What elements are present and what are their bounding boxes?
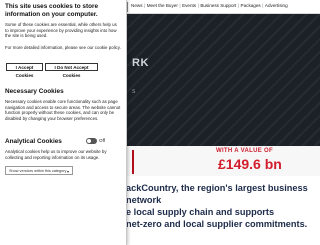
- nav-item-advertising[interactable]: Advertising: [265, 3, 288, 8]
- nav-item-meet-the-buyer[interactable]: Meet the Buyer: [147, 3, 178, 8]
- stat-divider: [132, 150, 134, 174]
- intro-line: e local supply chain and supports: [126, 207, 275, 217]
- cookie-panel-title: This site uses cookies to store informat…: [5, 3, 99, 18]
- cookie-intro-text: Some of these cookies are essential, whi…: [5, 22, 117, 39]
- analytical-cookies-toggle[interactable]: [86, 138, 97, 144]
- toggle-knob: [87, 139, 91, 143]
- nav-item-packages[interactable]: Packages: [241, 3, 261, 8]
- necessary-cookies-heading: Necessary Cookies: [5, 88, 64, 95]
- intro-line: ackCountry, the region's largest busines…: [126, 183, 308, 193]
- nav-item-events[interactable]: Events: [182, 3, 196, 8]
- cookie-policy-text: For more detailed information, please se…: [5, 45, 121, 50]
- cookie-consent-panel: This site uses cookies to store informat…: [0, 0, 127, 245]
- nav-item-news[interactable]: News: [131, 3, 143, 8]
- intro-text: ackCountry, the region's largest busines…: [126, 182, 320, 230]
- nav-links: News | Meet the Buyer | Events | Business S…: [131, 3, 288, 8]
- show-vendors-label: Show vendors within this category: [9, 169, 67, 173]
- nav-item-business-support[interactable]: Business Support: [200, 3, 236, 8]
- stat-value: £149.6 bn: [218, 156, 282, 172]
- stat-caption: WITH A VALUE OF: [216, 148, 273, 154]
- accept-cookies-button[interactable]: I Accept Cookies: [6, 63, 43, 78]
- reject-cookies-button[interactable]: I Do Not Accept Cookies: [45, 63, 98, 78]
- intro-line: net-zero and local supplier commitments.: [126, 219, 308, 229]
- analytical-cookies-text: Analytical cookies help us to improve ou…: [5, 149, 107, 160]
- necessary-cookies-text: Necessary cookies enable core functional…: [5, 99, 121, 121]
- analytical-toggle-label: Off: [99, 138, 106, 143]
- hero-title: RK: [132, 57, 149, 69]
- hero-subtitle: S: [132, 89, 136, 95]
- show-vendors-dropdown[interactable]: Show vendors within this category ▾: [5, 166, 73, 175]
- intro-line: network: [126, 195, 162, 205]
- analytical-cookies-heading: Analytical Cookies: [5, 138, 62, 145]
- chevron-down-icon: ▾: [66, 169, 69, 174]
